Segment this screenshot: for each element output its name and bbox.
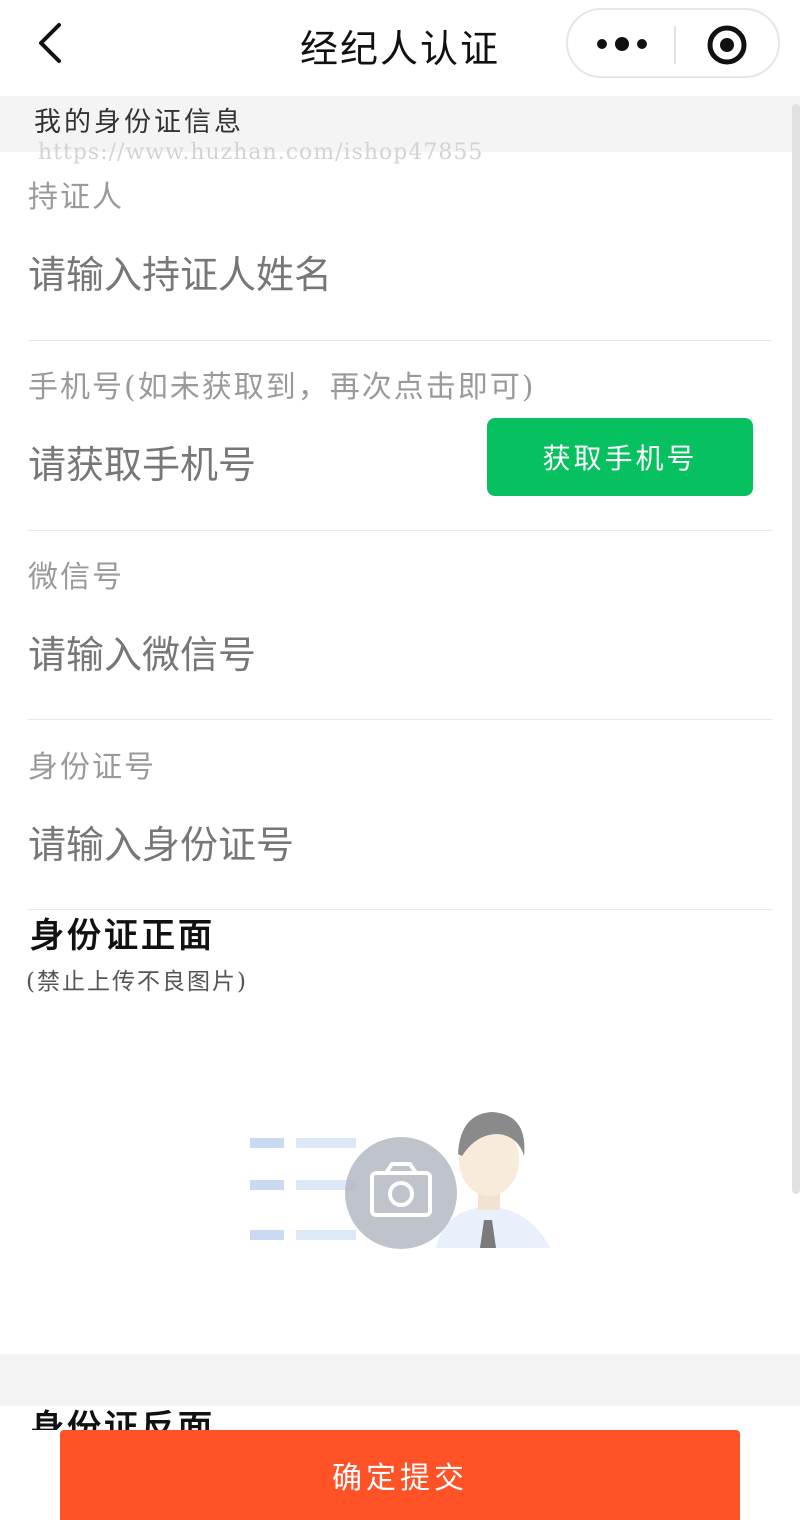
get-phone-button[interactable]: 获取手机号 [487,418,753,496]
more-icon [597,37,647,51]
id-front-upload[interactable] [240,1100,560,1260]
idnum-label: 身份证号 [28,750,156,785]
id-back-title: 身份证反面 [30,1408,215,1430]
holder-input[interactable]: 请输入持证人姓名 [28,244,332,299]
mini-program-capsule [566,8,780,78]
wechat-label: 微信号 [28,560,124,595]
id-front-note: (禁止上传不良图片) [26,969,248,995]
capsule-divider [674,26,676,64]
more-button[interactable] [594,29,650,59]
wechat-input[interactable]: 请输入微信号 [28,624,256,679]
section-title: 我的身份证信息 [34,107,244,138]
holder-label: 持证人 [28,180,124,215]
id-front-title: 身份证正面 [30,916,215,956]
divider [28,530,772,531]
divider [28,719,772,720]
divider [28,340,772,341]
watermark-text: https://www.huzhan.com/ishop47855 [38,140,484,165]
submit-button[interactable]: 确定提交 [60,1430,740,1520]
section-gap [0,1354,800,1406]
idnum-input[interactable]: 请输入身份证号 [28,814,294,869]
scrollbar[interactable] [792,104,800,1194]
target-icon [707,25,747,65]
close-button[interactable] [706,24,748,66]
phone-label: 手机号(如未获取到，再次点击即可) [28,370,536,405]
phone-input[interactable]: 请获取手机号 [28,434,256,489]
nav-bar: 经纪人认证 [0,0,800,96]
id-card-placeholder-icon [250,1112,550,1249]
